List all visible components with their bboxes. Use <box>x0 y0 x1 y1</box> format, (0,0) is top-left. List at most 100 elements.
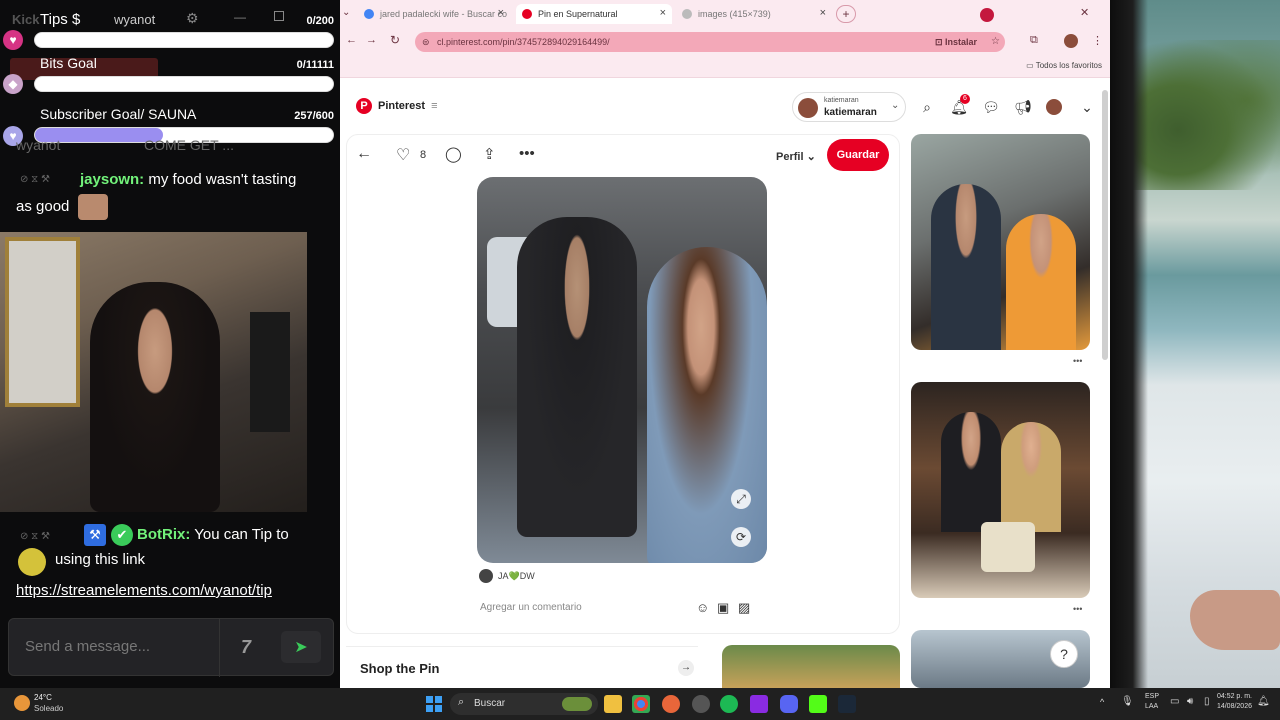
tip-link[interactable]: https://streamelements.com/wyanot/tip <box>16 582 272 599</box>
weather-icon[interactable] <box>14 695 30 711</box>
network-icon[interactable]: ▭ <box>1170 696 1179 707</box>
more-options-icon[interactable]: ••• <box>519 145 535 162</box>
back-arrow-icon[interactable]: ← <box>356 145 372 163</box>
pinterest-logo[interactable]: P Pinterest ≡ <box>356 98 438 114</box>
share-icon[interactable]: ⇪ <box>483 145 496 163</box>
reload-icon[interactable]: ↻ <box>390 33 400 47</box>
minimize-icon[interactable]: — <box>234 10 246 24</box>
background-hair <box>1110 0 1148 688</box>
tab-images[interactable]: images (415×739) × <box>676 4 832 24</box>
updates-icon[interactable]: 📢︎ <box>1014 98 1032 116</box>
photo-man <box>517 217 637 537</box>
app-icon[interactable] <box>750 695 768 713</box>
hammer-badge-icon: ⚒ <box>84 524 106 546</box>
mod-icons-2[interactable]: ⊘ ⧖ ⚒ <box>20 531 50 542</box>
profile-label: Perfil <box>776 151 804 163</box>
firefox-icon[interactable] <box>662 695 680 713</box>
kick-icon[interactable] <box>809 695 827 713</box>
spotify-icon[interactable] <box>720 695 738 713</box>
send-icon[interactable]: ➤ <box>281 631 321 663</box>
close-icon[interactable]: × <box>660 7 666 19</box>
profile-avatar[interactable] <box>1064 34 1078 48</box>
bot-username[interactable]: BotRix: <box>137 526 190 543</box>
save-button[interactable]: Guardar <box>827 139 889 171</box>
menu-icon[interactable]: ⋮ <box>1092 34 1103 47</box>
comment-input[interactable]: Agregar un comentario <box>480 602 582 613</box>
url-bar[interactable]: ⊜ cl.pinterest.com/pin/37457289402916449… <box>415 32 1005 52</box>
address-row: ← → ↻ ⊜ cl.pinterest.com/pin/37457289402… <box>340 28 1110 56</box>
tab-bar: ⌄ jared padalecki wife - Buscar co × Pin… <box>340 0 1110 28</box>
windows-start-icon[interactable] <box>426 696 442 712</box>
gear-icon[interactable]: ⚙ <box>186 10 199 27</box>
account-switcher[interactable]: katiemaran katiemaran ⌄ <box>792 92 906 122</box>
window-controls[interactable]: ✕ <box>1080 6 1089 19</box>
expand-icon[interactable]: ⤢ <box>731 489 751 509</box>
chrome-icon[interactable] <box>632 695 650 713</box>
obs-icon[interactable] <box>692 695 710 713</box>
emote-icon-2 <box>18 548 46 576</box>
search-icon[interactable]: ⌕ <box>918 98 936 116</box>
comment-icon[interactable]: ◯ <box>445 145 462 163</box>
image-upload-icon[interactable]: ▨ <box>738 600 750 616</box>
discord-icon[interactable] <box>780 695 798 713</box>
hamburger-icon[interactable]: ≡ <box>431 100 437 112</box>
heart-outline-icon[interactable]: ♡ <box>396 145 410 165</box>
profile-icon[interactable] <box>1046 99 1062 115</box>
help-icon[interactable]: ? <box>1050 640 1078 668</box>
like-count: 8 <box>420 149 427 161</box>
notifications-icon[interactable]: 🔔︎ <box>1257 696 1270 707</box>
install-button[interactable]: ⊡ Instalar <box>935 32 977 52</box>
volume-icon[interactable]: 🔊︎ <box>1187 696 1193 707</box>
lang-bottom[interactable]: LAA <box>1145 703 1158 710</box>
chat-username[interactable]: jaysown: <box>80 171 144 188</box>
notification-badge: 6 <box>960 94 970 104</box>
more-options-icon[interactable]: ••• <box>1073 604 1082 614</box>
shop-the-pin[interactable]: Shop the Pin → <box>346 646 698 688</box>
related-pin-1-person-b <box>1006 214 1076 350</box>
related-pin-2[interactable] <box>911 382 1090 598</box>
taskbar-search[interactable]: ⌕ Buscar <box>450 693 598 715</box>
clock-time[interactable]: 04:52 p. m. <box>1208 693 1252 700</box>
site-info-icon[interactable]: ⊜ <box>422 32 430 52</box>
tab-label: images (415×739) <box>698 9 771 19</box>
creator-avatar[interactable] <box>479 569 493 583</box>
bot-text-2: using this link <box>55 551 146 568</box>
file-explorer-icon[interactable] <box>604 695 622 713</box>
more-options-icon[interactable]: ••• <box>1073 356 1082 366</box>
all-favorites[interactable]: ▭ Todos los favoritos <box>1026 61 1102 70</box>
messages-icon[interactable]: 💬︎ <box>982 98 1000 116</box>
forward-icon[interactable]: → <box>366 34 377 46</box>
scrollbar[interactable] <box>1102 90 1108 360</box>
related-pin-1[interactable] <box>911 134 1090 350</box>
stream-overlay: Kick wyanot ⚙ — Tips $ 0/200 ♥ Bits Goal… <box>0 0 340 688</box>
behind-text: COME GET ... <box>144 137 234 153</box>
tab-google-search[interactable]: jared padalecki wife - Buscar co × <box>358 4 510 24</box>
back-icon[interactable]: ← <box>346 34 357 46</box>
creator-name[interactable]: JA💚DW <box>498 571 535 582</box>
steam-icon[interactable] <box>838 695 856 713</box>
7tv-icon[interactable]: 7 <box>241 637 251 658</box>
arrow-right-icon[interactable]: → <box>678 660 694 676</box>
emoji-icon[interactable]: ☺ <box>696 600 709 615</box>
maximize-icon[interactable] <box>274 11 284 21</box>
mic-icon[interactable]: 🎙︎ <box>1121 696 1134 707</box>
clock-date[interactable]: 14/08/2026 <box>1208 703 1252 710</box>
profile-dropdown[interactable]: Perfil ⌄ <box>776 150 816 163</box>
chat-input-box[interactable]: Send a message... 7 ➤ <box>8 618 334 677</box>
account-name: katiemaran <box>824 107 877 118</box>
tips-goal-title: Tips $ <box>40 11 81 28</box>
tab-list-icon[interactable]: ⌄ <box>342 7 350 18</box>
lang-top[interactable]: ESP <box>1145 693 1159 700</box>
bookmark-star-icon[interactable]: ☆ <box>991 32 1000 52</box>
tab-pinterest[interactable]: Pin en Supernatural × <box>516 4 672 24</box>
shop-thumbnail[interactable] <box>722 645 900 688</box>
chevron-down-icon[interactable]: ⌄ <box>1078 98 1096 116</box>
pin-image[interactable]: ⤢ ⟳ <box>477 177 767 563</box>
visual-search-icon[interactable]: ⟳ <box>731 527 751 547</box>
tray-chevron-icon[interactable]: ^ <box>1100 697 1104 707</box>
sticker-icon[interactable]: ▣ <box>717 600 729 616</box>
extensions-icon[interactable]: ⧉ <box>1030 34 1038 47</box>
close-icon[interactable]: × <box>498 7 504 19</box>
close-icon[interactable]: × <box>820 7 826 19</box>
new-tab-button[interactable]: + <box>836 5 856 23</box>
